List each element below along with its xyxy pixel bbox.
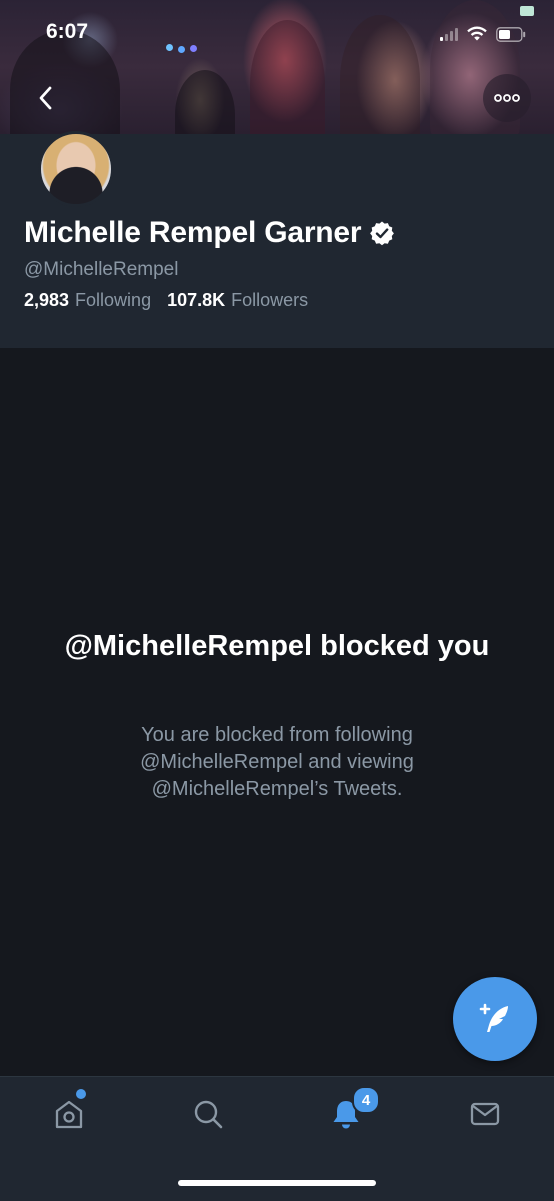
back-button[interactable] [22, 74, 70, 122]
following-stat[interactable]: 2,983 Following [24, 290, 151, 311]
profile-handle: @MichelleRempel [24, 259, 179, 280]
compose-tweet-button[interactable] [453, 977, 537, 1061]
more-options-button[interactable] [483, 74, 531, 122]
followers-count: 107.8K [167, 290, 226, 310]
notifications-badge: 4 [352, 1086, 380, 1114]
battery-icon [496, 26, 526, 42]
blocked-title: @MichelleRempel blocked you [64, 630, 490, 662]
tab-search[interactable] [184, 1090, 232, 1138]
compose-quill-icon [479, 1003, 508, 1032]
signal-icon [440, 27, 458, 41]
name-row: Michelle Rempel Garner [24, 216, 395, 250]
profile-stats: 2,983 Following 107.8K Followers [24, 290, 308, 311]
followers-stat[interactable]: 107.8K Followers [167, 290, 308, 311]
tab-home[interactable] [45, 1090, 93, 1138]
search-icon [194, 1100, 223, 1129]
followers-label: Followers [231, 290, 309, 310]
more-icon [494, 94, 520, 102]
wifi-icon [467, 26, 487, 41]
home-indicator [178, 1180, 376, 1186]
avatar[interactable] [38, 131, 114, 207]
following-label: Following [75, 290, 152, 310]
home-icon [55, 1100, 83, 1129]
status-time: 6:07 [46, 20, 89, 43]
blocked-description: You are blocked from following @Michelle… [140, 724, 414, 800]
mail-icon [470, 1102, 500, 1126]
chevron-left-icon [39, 86, 52, 110]
display-name: Michelle Rempel Garner [24, 216, 362, 249]
following-count: 2,983 [24, 290, 70, 310]
status-icons [440, 24, 526, 44]
tab-messages[interactable] [461, 1090, 509, 1138]
verified-badge-icon [370, 221, 395, 246]
home-new-dot [76, 1089, 86, 1099]
